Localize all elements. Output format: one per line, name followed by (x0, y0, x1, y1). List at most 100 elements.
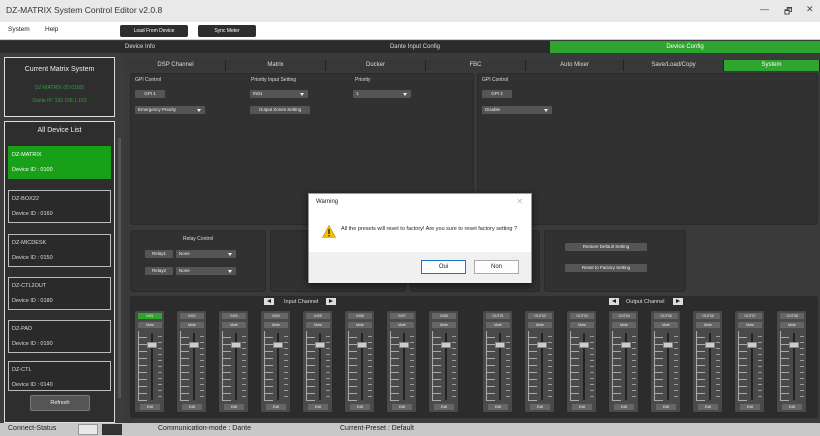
edit-button[interactable]: Edit (698, 404, 718, 410)
relay2-select[interactable]: None (176, 267, 236, 275)
close-icon[interactable]: ✕ (806, 4, 814, 15)
mute-button[interactable]: Mute (222, 322, 246, 328)
edit-button[interactable]: Edit (614, 404, 634, 410)
edit-button[interactable]: Edit (740, 404, 760, 410)
mute-button[interactable]: Mute (738, 322, 762, 328)
edit-button[interactable]: Edit (350, 404, 370, 410)
menu-help[interactable]: Help (45, 26, 58, 33)
minimize-icon[interactable]: — (760, 4, 769, 14)
channel-name-button[interactable]: IN08 (432, 313, 456, 319)
edit-button[interactable]: Edit (266, 404, 286, 410)
edit-button[interactable]: Edit (224, 404, 244, 410)
device-item-dz-matrix[interactable]: DZ-MATRIX Device ID : 0100 (8, 146, 111, 179)
fader-knob[interactable] (789, 342, 799, 348)
edit-button[interactable]: Edit (572, 404, 592, 410)
fader-knob[interactable] (357, 342, 367, 348)
channel-name-button[interactable]: OUT05 (654, 313, 678, 319)
fader-knob[interactable] (273, 342, 283, 348)
no-button[interactable]: Non (474, 260, 519, 274)
fader-knob[interactable] (441, 342, 451, 348)
edit-button[interactable]: Edit (782, 404, 802, 410)
fader-knob[interactable] (747, 342, 757, 348)
channel-name-button[interactable]: OUT08 (780, 313, 804, 319)
output-zones-setting-button[interactable]: Output Zones Setting (250, 106, 310, 114)
tab-auto-mixer[interactable]: Auto Mixer (526, 60, 624, 71)
channel-name-button[interactable]: IN06 (348, 313, 372, 319)
mute-button[interactable]: Mute (654, 322, 678, 328)
tab-save-load-copy[interactable]: Save/Load/Copy (624, 60, 724, 71)
device-item-dz-micdesk[interactable]: DZ-MICDESK Device ID : 0150 (8, 234, 111, 267)
fader-knob[interactable] (537, 342, 547, 348)
tab-device-info[interactable]: Device Info (0, 41, 280, 53)
fader[interactable] (264, 331, 289, 402)
fader[interactable] (348, 331, 373, 402)
mute-button[interactable]: Mute (570, 322, 594, 328)
sync-meter-button[interactable]: Sync Meter (198, 25, 256, 37)
channel-name-button[interactable]: OUT03 (570, 313, 594, 319)
fader[interactable] (222, 331, 247, 402)
tab-matrix[interactable]: Matrix (226, 60, 326, 71)
edit-button[interactable]: Edit (530, 404, 550, 410)
edit-button[interactable]: Edit (488, 404, 508, 410)
mute-button[interactable]: Mute (348, 322, 372, 328)
channel-name-button[interactable]: OUT04 (612, 313, 636, 319)
channel-name-button[interactable]: OUT01 (486, 313, 510, 319)
mute-button[interactable]: Mute (486, 322, 510, 328)
fader[interactable] (528, 331, 553, 402)
mute-button[interactable]: Mute (432, 322, 456, 328)
fader[interactable] (306, 331, 331, 402)
menu-system[interactable]: System (8, 26, 30, 33)
fader[interactable] (390, 331, 415, 402)
output-next-arrow[interactable] (673, 298, 683, 305)
edit-button[interactable]: Edit (434, 404, 454, 410)
mute-button[interactable]: Mute (390, 322, 414, 328)
device-list-scrollbar[interactable] (118, 138, 121, 398)
gpi1-mode-select[interactable]: Emergency Priority (135, 106, 205, 114)
relay1-select[interactable]: None (176, 250, 236, 258)
fader[interactable] (696, 331, 721, 402)
tab-ducker[interactable]: Ducker (326, 60, 426, 71)
gpi1-button[interactable]: GPI 1 (135, 90, 165, 98)
edit-button[interactable]: Edit (140, 404, 160, 410)
fader[interactable] (570, 331, 595, 402)
mute-button[interactable]: Mute (138, 322, 162, 328)
fader-knob[interactable] (189, 342, 199, 348)
edit-button[interactable]: Edit (656, 404, 676, 410)
channel-name-button[interactable]: IN02 (180, 313, 204, 319)
fader[interactable] (180, 331, 205, 402)
fader-knob[interactable] (579, 342, 589, 348)
tab-fbc[interactable]: FBC (426, 60, 526, 71)
channel-name-button[interactable]: IN03 (222, 313, 246, 319)
tab-device-config[interactable]: Device Config (550, 41, 820, 53)
fader-knob[interactable] (315, 342, 325, 348)
mute-button[interactable]: Mute (264, 322, 288, 328)
fader[interactable] (432, 331, 457, 402)
mute-button[interactable]: Mute (306, 322, 330, 328)
input-next-arrow[interactable] (326, 298, 336, 305)
reset-factory-button[interactable]: Reset to Factory Setting (565, 264, 647, 272)
fader-knob[interactable] (231, 342, 241, 348)
edit-button[interactable]: Edit (392, 404, 412, 410)
edit-button[interactable]: Edit (182, 404, 202, 410)
relay1-button[interactable]: Relay1 (145, 250, 173, 258)
channel-name-button[interactable]: IN05 (306, 313, 330, 319)
refresh-button[interactable]: Refresh (30, 395, 90, 411)
relay2-button[interactable]: Relay2 (145, 267, 173, 275)
restore-default-button[interactable]: Restore Default Setting (565, 243, 647, 251)
fader-knob[interactable] (495, 342, 505, 348)
tab-system[interactable]: System (724, 60, 820, 71)
load-from-device-button[interactable]: Load From Device (120, 25, 188, 37)
tab-dsp-channel[interactable]: DSP Channel (126, 60, 226, 71)
edit-button[interactable]: Edit (308, 404, 328, 410)
fader[interactable] (780, 331, 805, 402)
fader-knob[interactable] (663, 342, 673, 348)
fader[interactable] (654, 331, 679, 402)
gpi2-mode-select[interactable]: Disable (482, 106, 552, 114)
mute-button[interactable]: Mute (780, 322, 804, 328)
device-item-dz-box22[interactable]: DZ-BOX22 Device ID : 0160 (8, 190, 111, 223)
fader-knob[interactable] (399, 342, 409, 348)
input-prev-arrow[interactable] (264, 298, 274, 305)
channel-name-button[interactable]: IN04 (264, 313, 288, 319)
tab-dante-input-config[interactable]: Dante Input Config (280, 41, 550, 53)
fader[interactable] (738, 331, 763, 402)
